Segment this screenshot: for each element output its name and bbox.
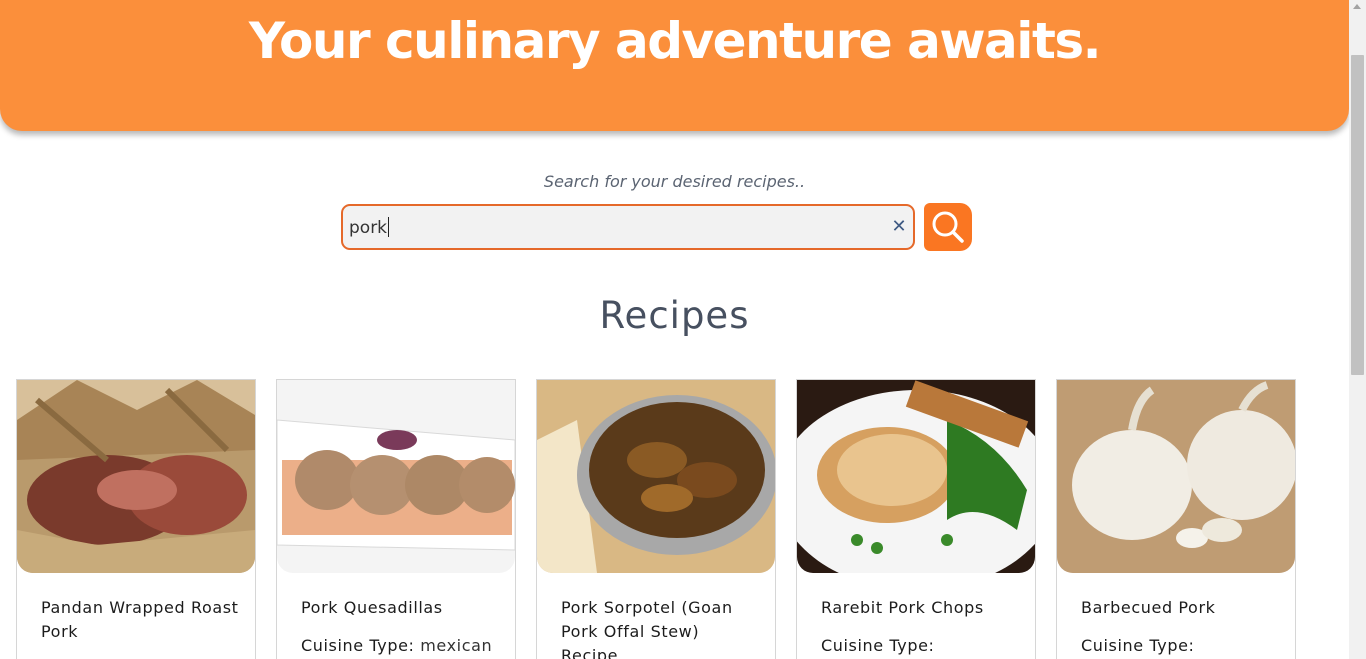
search-input-value: pork	[349, 218, 388, 238]
search-hint: Search for your desired recipes..	[543, 172, 806, 191]
recipe-name: Pandan Wrapped Roast Pork	[41, 598, 239, 641]
section-title: Recipes	[599, 294, 750, 337]
hero-title: Your culinary adventure awaits.	[248, 12, 1102, 70]
recipe-image	[277, 380, 515, 573]
hero-banner: Your culinary adventure awaits.	[0, 0, 1349, 131]
cuisine-label: Cuisine Type:	[301, 636, 415, 655]
recipe-name: Pork Quesadillas	[301, 598, 443, 617]
cuisine-value: mexican	[420, 636, 493, 655]
recipe-image	[17, 380, 255, 573]
recipe-card[interactable]: Rarebit Pork Chops Cuisine Type:	[796, 379, 1036, 659]
recipe-card[interactable]: Pandan Wrapped Roast Pork	[16, 379, 256, 659]
scrollbar-thumb[interactable]	[1351, 55, 1364, 375]
recipe-cuisine: Cuisine Type:	[821, 636, 1026, 655]
recipe-name: Pork Sorpotel (Goan Pork Offal Stew) Rec…	[561, 598, 733, 659]
search-input[interactable]: pork ✕	[341, 204, 915, 250]
page-scrollbar[interactable]	[1349, 0, 1366, 659]
search-icon	[932, 211, 964, 243]
recipe-card[interactable]: Barbecued Pork Cuisine Type:	[1056, 379, 1296, 659]
recipe-cuisine: Cuisine Type: mexican	[301, 636, 506, 655]
cuisine-label: Cuisine Type:	[821, 636, 935, 655]
cuisine-label: Cuisine Type:	[1081, 636, 1195, 655]
recipe-image	[537, 380, 775, 573]
recipe-cuisine: Cuisine Type:	[1081, 636, 1286, 655]
close-icon[interactable]: ✕	[891, 215, 907, 239]
search-button[interactable]	[924, 203, 972, 251]
scroll-up-arrow-icon[interactable]	[1353, 4, 1361, 9]
recipe-image	[1057, 380, 1295, 573]
recipe-name: Barbecued Pork	[1081, 598, 1216, 617]
recipe-card[interactable]: Pork Sorpotel (Goan Pork Offal Stew) Rec…	[536, 379, 776, 659]
recipe-image	[797, 380, 1035, 573]
recipe-card[interactable]: Pork Quesadillas Cuisine Type: mexican	[276, 379, 516, 659]
recipe-name: Rarebit Pork Chops	[821, 598, 984, 617]
